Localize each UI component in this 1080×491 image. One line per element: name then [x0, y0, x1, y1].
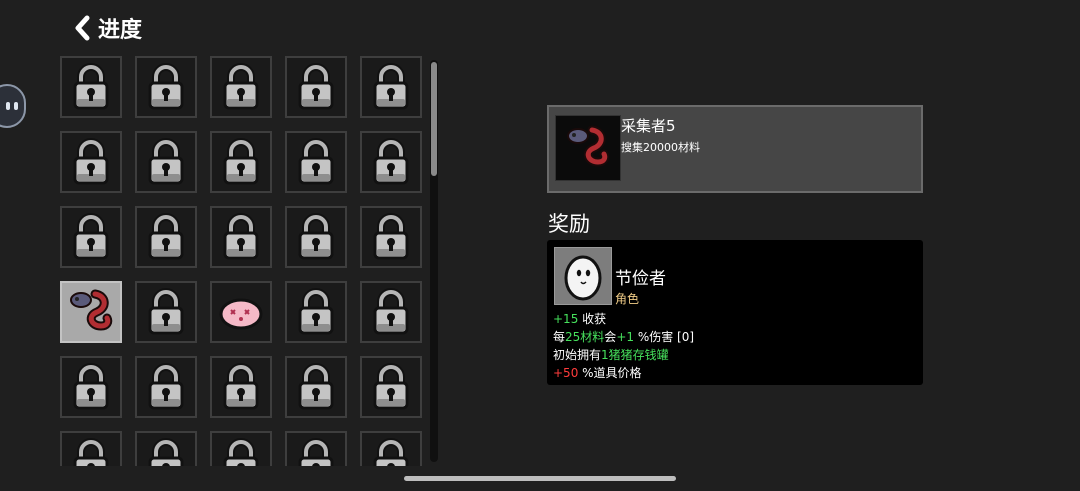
achievement-cell[interactable]	[285, 281, 347, 343]
padlock-icon	[73, 438, 109, 466]
achievement-cell[interactable]	[210, 131, 272, 193]
achievement-cell[interactable]	[135, 431, 197, 466]
padlock-icon	[223, 438, 259, 466]
padlock-icon	[298, 213, 334, 260]
achievement-cell[interactable]	[360, 431, 422, 466]
padlock-icon	[373, 63, 409, 110]
white-egg-character-icon	[564, 255, 602, 301]
padlock-icon	[298, 363, 334, 410]
padlock-icon	[373, 213, 409, 260]
reward-heading: 奖励	[548, 212, 590, 236]
achievement-cell[interactable]	[60, 281, 122, 343]
reward-card: 节俭者 角色 +15 收获 每25材料会+1 %伤害 [0] 初始拥有1猪猪存钱…	[547, 240, 923, 385]
padlock-icon	[298, 63, 334, 110]
padlock-icon	[298, 138, 334, 185]
pink-creature-icon	[219, 298, 263, 330]
achievement-cell[interactable]	[210, 206, 272, 268]
reward-character-type: 角色	[615, 292, 640, 306]
achievement-cell[interactable]	[135, 131, 197, 193]
padlock-icon	[73, 63, 109, 110]
chevron-left-icon	[75, 15, 90, 41]
achievement-detail-card: 采集者5 搜集20000材料	[547, 105, 923, 193]
achievement-cell[interactable]	[360, 356, 422, 418]
home-indicator[interactable]	[404, 476, 676, 481]
back-button[interactable]: 进度	[72, 12, 142, 44]
padlock-icon	[73, 213, 109, 260]
achievement-cell[interactable]	[210, 356, 272, 418]
achievement-cell[interactable]	[60, 431, 122, 466]
achievement-thumbnail	[555, 115, 621, 181]
page-title: 进度	[98, 18, 143, 43]
achievement-name: 采集者5	[621, 117, 676, 135]
achievement-cell[interactable]	[360, 131, 422, 193]
achievement-cell[interactable]	[285, 56, 347, 118]
achievement-cell[interactable]	[285, 206, 347, 268]
padlock-icon	[373, 438, 409, 466]
padlock-icon	[373, 138, 409, 185]
side-menu-button[interactable]	[0, 84, 26, 128]
achievement-cell[interactable]	[360, 281, 422, 343]
padlock-icon	[148, 138, 184, 185]
padlock-icon	[223, 138, 259, 185]
achievement-cell[interactable]	[60, 206, 122, 268]
padlock-icon	[73, 138, 109, 185]
padlock-icon	[148, 213, 184, 260]
padlock-icon	[223, 213, 259, 260]
padlock-icon	[298, 438, 334, 466]
achievement-cell[interactable]	[210, 431, 272, 466]
padlock-icon	[223, 63, 259, 110]
padlock-icon	[148, 288, 184, 335]
achievement-cell[interactable]	[210, 281, 272, 343]
padlock-icon	[373, 288, 409, 335]
achievement-cell[interactable]	[285, 431, 347, 466]
scrollbar-thumb[interactable]	[431, 62, 437, 176]
reward-thumbnail	[554, 247, 612, 305]
grid-scrollbar[interactable]	[430, 60, 438, 462]
achievement-cell[interactable]	[360, 206, 422, 268]
achievement-cell[interactable]	[135, 356, 197, 418]
achievement-grid	[60, 56, 430, 466]
stat-line: 初始拥有1猪猪存钱罐	[553, 348, 669, 362]
stat-line: 每25材料会+1 %伤害 [0]	[553, 330, 695, 344]
stat-line: +15 收获	[553, 312, 607, 326]
achievement-cell[interactable]	[285, 356, 347, 418]
achievement-cell[interactable]	[135, 56, 197, 118]
achievement-cell[interactable]	[135, 281, 197, 343]
stat-line: +50 %道具价格	[553, 366, 642, 380]
achievement-cell[interactable]	[210, 56, 272, 118]
achievement-cell[interactable]	[285, 131, 347, 193]
achievement-cell[interactable]	[60, 131, 122, 193]
padlock-icon	[373, 363, 409, 410]
padlock-icon	[148, 363, 184, 410]
padlock-icon	[298, 288, 334, 335]
reward-character-name: 节俭者	[615, 269, 666, 289]
red-tentacle-icon	[567, 125, 610, 167]
padlock-icon	[223, 363, 259, 410]
achievement-description: 搜集20000材料	[621, 141, 700, 154]
achievement-cell[interactable]	[360, 56, 422, 118]
padlock-icon	[73, 363, 109, 410]
red-tentacle-icon	[70, 289, 113, 331]
face-icon	[6, 102, 18, 110]
padlock-icon	[148, 438, 184, 466]
achievement-cell[interactable]	[60, 356, 122, 418]
achievement-cell[interactable]	[60, 56, 122, 118]
reward-stats: +15 收获 每25材料会+1 %伤害 [0] 初始拥有1猪猪存钱罐 +50 %…	[553, 310, 694, 382]
padlock-icon	[148, 63, 184, 110]
achievement-cell[interactable]	[135, 206, 197, 268]
